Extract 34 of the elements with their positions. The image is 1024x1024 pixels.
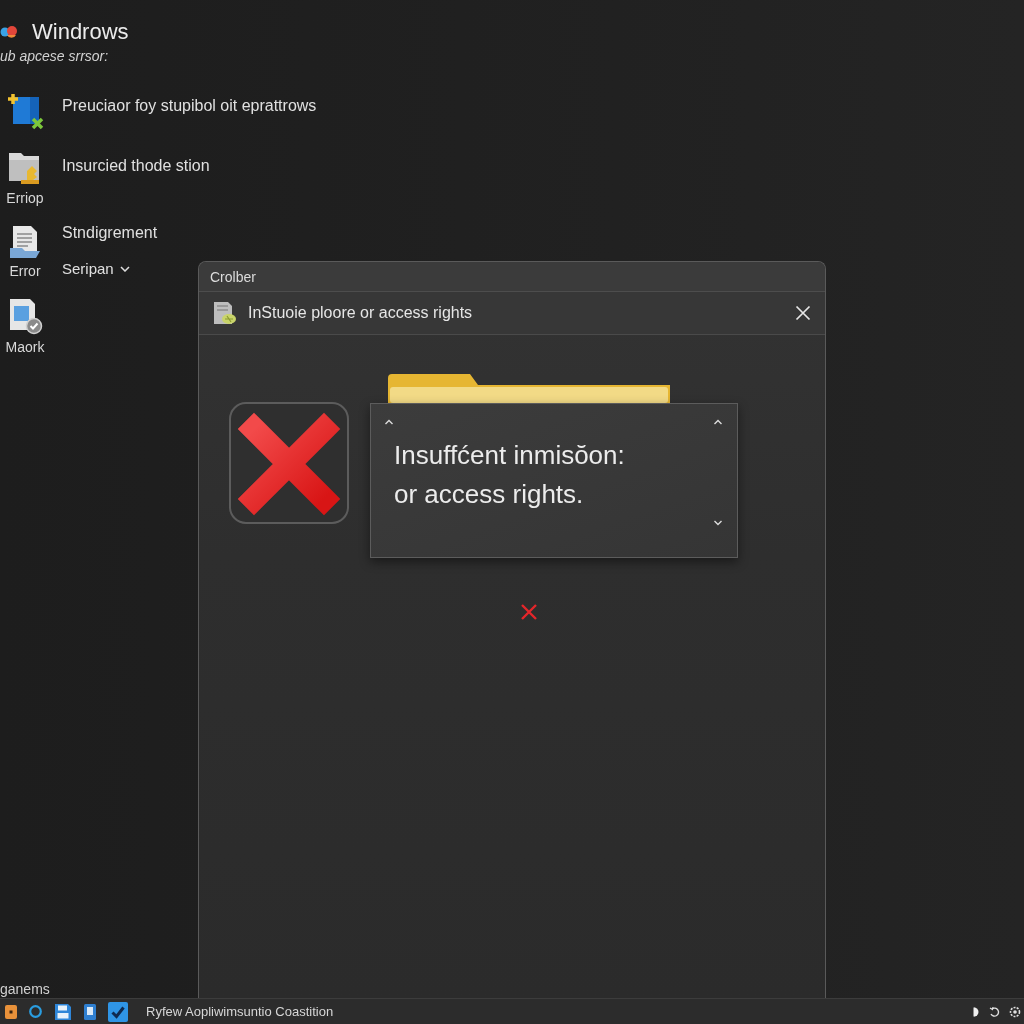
document-icon[interactable]: [8, 225, 42, 259]
folder-icon[interactable]: [8, 150, 42, 186]
document-check-icon[interactable]: [7, 298, 43, 335]
tile-plus-icon[interactable]: [6, 92, 44, 130]
logo-icon: [0, 24, 18, 40]
file-icon: [212, 300, 238, 326]
desktop-subtitle: ub apcese srrsor:: [0, 47, 109, 65]
gear-icon[interactable]: [1009, 1005, 1021, 1018]
error-icon: [229, 402, 349, 524]
item-text: Preuciaor foy stupibol oit eprattrows: [62, 96, 317, 116]
dropdown-button[interactable]: Seripan: [62, 258, 130, 280]
desktop-title: Windrows: [32, 19, 129, 45]
error-message: Insuffćent inmisŏon: or access rights.: [393, 439, 625, 511]
icon-label: Maork: [5, 338, 45, 356]
cross-icon: [520, 603, 538, 621]
document-icon[interactable]: [84, 1003, 96, 1020]
refresh-icon[interactable]: [989, 1005, 1001, 1018]
item-text: Insurcied thode stion: [62, 156, 210, 176]
desktop-footer-text: ganems: [0, 980, 50, 998]
dialog-title: Crolber: [210, 268, 256, 285]
dialog-heading: InStuoie ploore or access rights: [248, 304, 473, 322]
folder-icon: [388, 374, 670, 403]
close-icon: [795, 305, 811, 321]
check-tile-icon[interactable]: [108, 1001, 128, 1022]
search-icon[interactable]: [29, 1005, 42, 1018]
icon-label: Erriop: [6, 189, 44, 207]
save-icon[interactable]: [54, 1002, 72, 1021]
taskbar-window-title[interactable]: Ryfew Aopliwimsuntio Coastition: [146, 1004, 334, 1019]
item-text: Stndigrement: [62, 223, 158, 243]
caret-up-icon: [384, 419, 394, 425]
caret-down-icon: [713, 520, 723, 526]
chevron-down-icon: [119, 266, 130, 272]
icon-label: Error: [9, 262, 41, 280]
caret-up-icon: [713, 419, 723, 425]
